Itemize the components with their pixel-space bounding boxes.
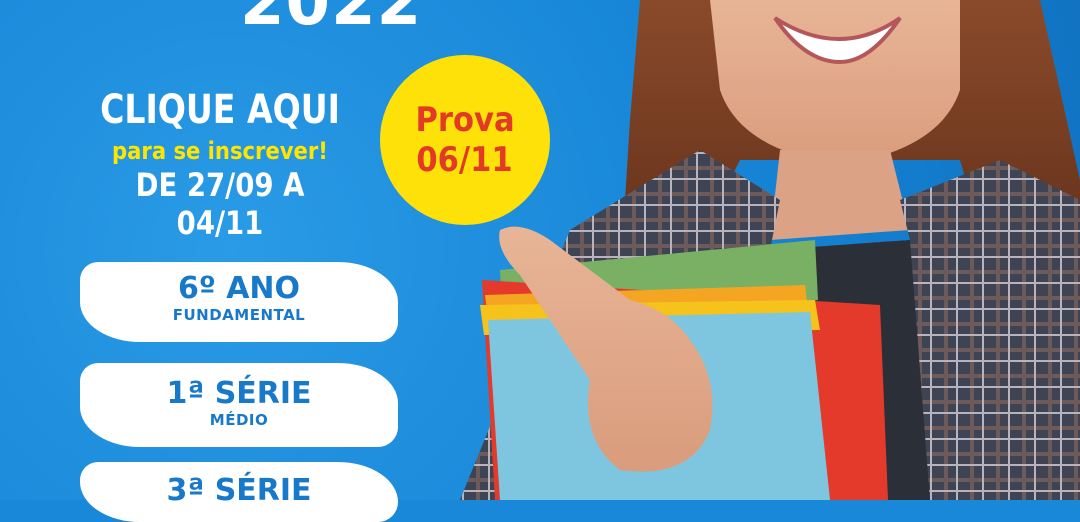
- grade-title: 1ª SÉRIE: [166, 376, 312, 411]
- cta-subscribe-text[interactable]: para se inscrever!: [88, 136, 352, 166]
- year-title: 2022: [240, 0, 423, 40]
- grade-1-serie-button[interactable]: 1ª SÉRIE MÉDIO: [80, 363, 398, 447]
- neck-shape: [770, 150, 910, 240]
- student-photo: [460, 0, 1080, 500]
- cta-date-range: DE 27/09 A 04/11: [135, 166, 305, 242]
- grade-3-serie-button[interactable]: 3ª SÉRIE: [80, 462, 398, 522]
- grade-title: 3ª SÉRIE: [166, 473, 312, 508]
- grade-title: 6º ANO: [177, 271, 301, 306]
- grade-subtitle: FUNDAMENTAL: [172, 306, 306, 324]
- grade-subtitle: MÉDIO: [209, 411, 269, 429]
- grade-6-ano-button[interactable]: 6º ANO FUNDAMENTAL: [80, 262, 398, 342]
- cta-click-here[interactable]: CLIQUE AQUI: [82, 84, 358, 136]
- subscribe-cta[interactable]: CLIQUE AQUI para se inscrever! DE 27/09 …: [70, 84, 370, 242]
